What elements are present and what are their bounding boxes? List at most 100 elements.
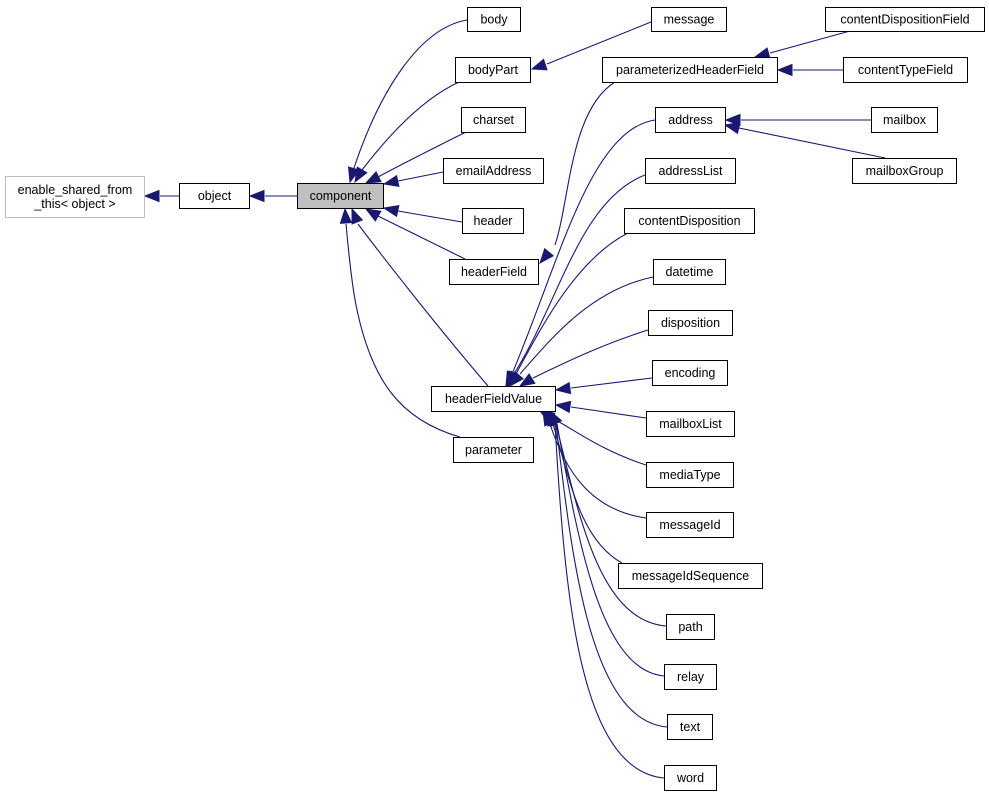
class-node-headerField[interactable]: headerField (449, 259, 539, 285)
class-label: mailboxList (659, 417, 722, 431)
class-node-path[interactable]: path (666, 614, 715, 640)
class-node-contentDisposition[interactable]: contentDisposition (624, 208, 755, 234)
class-node-addressList[interactable]: addressList (645, 158, 736, 184)
class-label: datetime (666, 265, 714, 279)
inheritance-arrow-icon (143, 189, 160, 203)
class-node-parameter[interactable]: parameter (453, 437, 534, 463)
nodes-layer: enable_shared_from_this< object > object c… (5, 7, 985, 791)
class-node-bodyPart[interactable]: bodyPart (455, 57, 531, 83)
class-node-message[interactable]: message (651, 7, 727, 32)
class-label: text (680, 720, 701, 734)
inheritance-arrow-icon (554, 400, 572, 414)
class-node-messageId[interactable]: messageId (646, 512, 734, 538)
class-label: body (480, 13, 508, 27)
class-node-text[interactable]: text (667, 714, 713, 740)
inheritance-arrow-icon (530, 58, 548, 71)
edge-relay-to-headerFieldValue (549, 409, 665, 677)
class-label: mediaType (659, 468, 720, 482)
edge-parameterizedHeaderField-to-headerField (539, 81, 616, 265)
class-label: charset (473, 113, 515, 127)
edge-line (361, 81, 460, 171)
edge-line (551, 417, 647, 466)
edge-encoding-to-headerFieldValue (554, 377, 653, 395)
edge-datetime-to-headerFieldValue (509, 276, 654, 388)
edge-body-to-component (347, 19, 468, 184)
class-node-emailAddress[interactable]: emailAddress (443, 158, 544, 184)
edge-header-to-component (382, 204, 463, 223)
class-node-relay[interactable]: relay (664, 664, 717, 690)
class-label: parameterizedHeaderField (616, 63, 764, 77)
edge-emailAddress-to-component (382, 171, 444, 188)
class-label: message (664, 13, 715, 27)
class-label: emailAddress (456, 164, 532, 178)
class-node-mailboxList[interactable]: mailboxList (646, 411, 735, 437)
class-node-disposition[interactable]: disposition (648, 310, 733, 336)
class-node-contentTypeField[interactable]: contentTypeField (843, 57, 968, 83)
class-node-charset[interactable]: charset (461, 107, 526, 133)
edge-line (570, 406, 647, 419)
class-node-word[interactable]: word (664, 765, 717, 791)
edge-contentTypeField-to-parameterizedHeaderField (776, 63, 843, 77)
class-label: bodyPart (468, 63, 519, 77)
class-node-mailboxGroup[interactable]: mailboxGroup (852, 158, 957, 184)
class-node-object[interactable]: object (179, 183, 250, 209)
class-label: mailboxGroup (866, 164, 944, 178)
inheritance-arrow-icon (248, 189, 265, 203)
class-node-enable_shared_from_this[interactable]: enable_shared_from_this< object > (5, 176, 145, 218)
edge-line (353, 19, 468, 169)
inheritance-arrow-icon (351, 207, 364, 225)
class-label: component (310, 189, 372, 203)
edge-line (377, 215, 466, 260)
class-label: mailbox (883, 113, 927, 127)
class-label: messageIdSequence (632, 569, 749, 583)
class-node-header[interactable]: header (462, 208, 524, 234)
class-label: enable_shared_from (18, 183, 133, 197)
class-node-mailbox[interactable]: mailbox (871, 107, 938, 133)
class-label: relay (677, 670, 705, 684)
inheritance-arrow-icon (354, 166, 368, 184)
class-node-mediaType[interactable]: mediaType (646, 462, 734, 488)
class-label: parameter (465, 443, 522, 457)
edge-component-to-object (248, 189, 297, 203)
class-label: encoding (665, 366, 716, 380)
class-node-encoding[interactable]: encoding (652, 360, 728, 386)
edge-mailboxList-to-headerFieldValue (554, 400, 647, 419)
edge-line (738, 127, 886, 159)
class-label: address (668, 113, 712, 127)
class-node-datetime[interactable]: datetime (653, 259, 726, 285)
inheritance-arrow-icon (382, 204, 400, 218)
edge-messageId-to-headerFieldValue (542, 409, 647, 519)
class-node-contentDispositionField[interactable]: contentDispositionField (825, 7, 985, 32)
edge-line (357, 223, 489, 387)
inheritance-arrow-icon (382, 174, 400, 188)
class-label: disposition (661, 316, 720, 330)
inheritance-arrow-icon (518, 373, 536, 387)
class-label: headerFieldValue (445, 392, 542, 406)
class-label: contentTypeField (858, 63, 953, 77)
edge-contentDispositionField-to-parameterizedHeaderField (753, 30, 851, 60)
class-node-address[interactable]: address (655, 107, 726, 133)
class-node-component: component (297, 183, 384, 209)
inheritance-diagram: enable_shared_from_this< object > object c… (5, 7, 985, 791)
class-label: path (678, 620, 702, 634)
class-label: header (474, 214, 513, 228)
class-label: _this< object > (33, 197, 115, 211)
edge-line (397, 210, 463, 223)
inheritance-arrow-icon (776, 63, 793, 77)
class-label: contentDispositionField (840, 13, 969, 27)
edge-mailbox-to-address (724, 113, 871, 127)
inheritance-arrow-icon (364, 170, 382, 184)
class-label: word (676, 771, 704, 785)
inheritance-arrow-icon (364, 208, 382, 222)
edge-line (549, 423, 647, 519)
inheritance-arrow-icon (723, 121, 741, 135)
class-node-messageIdSequence[interactable]: messageIdSequence (618, 563, 763, 589)
class-node-body[interactable]: body (467, 7, 521, 32)
edge-mailboxGroup-to-address (723, 121, 886, 159)
class-node-parameterizedHeaderField[interactable]: parameterizedHeaderField (602, 57, 778, 83)
inheritance-arrow-icon (554, 381, 572, 395)
class-label: headerField (461, 265, 527, 279)
class-node-headerFieldValue[interactable]: headerFieldValue (431, 386, 556, 412)
edge-disposition-to-headerFieldValue (518, 329, 649, 387)
class-label: object (198, 189, 232, 203)
